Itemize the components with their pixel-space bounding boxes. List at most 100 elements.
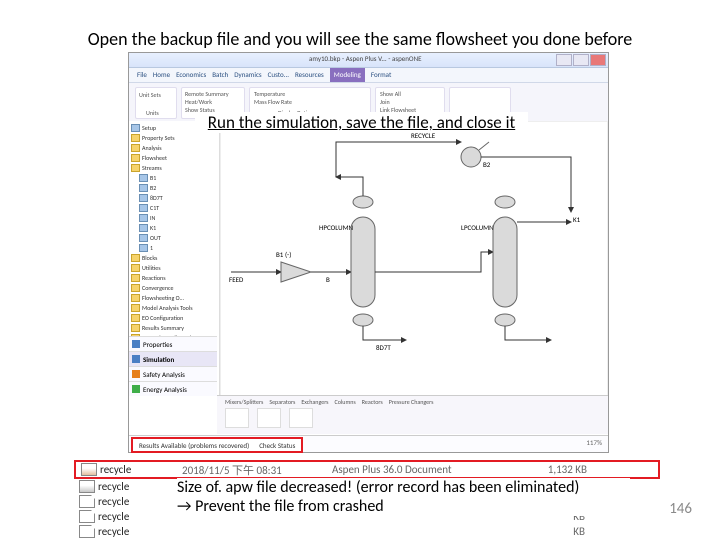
- tree-node[interactable]: Utilities: [142, 264, 161, 272]
- folder-icon: [131, 134, 140, 142]
- stream-icon: [139, 184, 148, 192]
- tree-node[interactable]: Property Sets: [142, 134, 175, 142]
- tree-node[interactable]: C1T: [150, 204, 159, 212]
- file-name: recycle: [98, 480, 180, 493]
- label-b2: B2: [483, 160, 491, 169]
- palette-tab[interactable]: Reactors: [362, 398, 383, 406]
- tab-economics[interactable]: Economics: [176, 68, 206, 82]
- file-date: 2018/11/5 下午 08:31: [182, 462, 332, 478]
- tree-node[interactable]: Model Analysis Tools: [142, 304, 193, 312]
- palette-tab[interactable]: Pressure Changers: [389, 398, 434, 406]
- note-line2: → Prevent the file from crashed: [177, 497, 630, 516]
- status-message: Results Available (problems recovered): [139, 441, 249, 450]
- tree-node[interactable]: 8D7T: [150, 194, 163, 202]
- folder-icon: [131, 144, 140, 152]
- palette-item-fsplit[interactable]: [257, 408, 281, 428]
- simulation-icon: [132, 355, 140, 363]
- tree-node[interactable]: OUT: [150, 234, 161, 242]
- tree-node[interactable]: EO Configuration: [142, 314, 183, 322]
- tree-node[interactable]: Flowsheet: [142, 154, 167, 162]
- palette-tab[interactable]: Exchangers: [301, 398, 328, 406]
- tree-node[interactable]: Results Summary: [142, 324, 184, 332]
- folder-icon: [131, 294, 140, 302]
- folder-icon: [131, 264, 140, 272]
- nav-energy[interactable]: Energy Analysis: [143, 385, 187, 394]
- status-bar: Results Available (problems recovered) C…: [129, 435, 608, 452]
- tab-file[interactable]: File: [137, 68, 147, 82]
- slide-title: Open the backup file and you will see th…: [55, 28, 665, 50]
- ribbon-label: Temperature: [254, 90, 285, 98]
- tree-node[interactable]: Convergence: [142, 284, 174, 292]
- tab-batch[interactable]: Batch: [212, 68, 228, 82]
- page-number: 146: [669, 500, 692, 518]
- tree-node[interactable]: B2: [150, 184, 156, 192]
- note-line1: Size of. apw file decreased! (error reco…: [177, 478, 630, 497]
- bkp-file-icon: [79, 480, 95, 493]
- file-name: recycle: [100, 463, 182, 476]
- file-size: 1,132 KB: [527, 463, 587, 476]
- stream-icon: [139, 214, 148, 222]
- ribbon-tabs: File Home Economics Batch Dynamics Custo…: [129, 68, 608, 83]
- label-hpcolumn: HPCOLUMN: [319, 223, 354, 232]
- tab-modeling[interactable]: Modeling: [330, 68, 365, 82]
- tree-node[interactable]: Setup: [142, 124, 156, 132]
- minimize-icon[interactable]: [556, 54, 572, 66]
- ribbon-label: Unit Sets: [139, 91, 161, 99]
- palette-tab[interactable]: Columns: [335, 398, 356, 406]
- tab-dynamics[interactable]: Dynamics: [234, 68, 261, 82]
- tab-resources[interactable]: Resources: [295, 68, 324, 82]
- folder-icon: [131, 254, 140, 262]
- file-row[interactable]: recycle KB: [74, 524, 660, 539]
- tab-format[interactable]: Format: [371, 68, 391, 82]
- apw-file-icon: [81, 463, 97, 476]
- ribbon-group-units[interactable]: Unit Sets Units: [135, 87, 177, 119]
- file-row[interactable]: recycle 2018/11/5 下午 08:31 Aspen Plus 36…: [76, 462, 658, 477]
- stream-icon: [139, 194, 148, 202]
- zoom-level[interactable]: 117%: [586, 438, 602, 447]
- nav-simulation[interactable]: Simulation: [143, 355, 174, 364]
- file-icon: [79, 525, 95, 538]
- flask-icon: [132, 340, 140, 348]
- tab-custom[interactable]: Custo...: [268, 68, 289, 82]
- file-type: Aspen Plus 36.0 Document: [332, 463, 527, 476]
- tree-node[interactable]: K1: [150, 224, 156, 232]
- stream-icon: [139, 234, 148, 242]
- stream-icon: [139, 224, 148, 232]
- left-lower-nav: Properties Simulation Safety Analysis En…: [129, 336, 217, 396]
- label-lpcolumn: LPCOLUMN: [461, 223, 494, 232]
- folder-icon: [131, 324, 140, 332]
- tree-node[interactable]: B1: [150, 174, 156, 182]
- warning-icon: [132, 370, 140, 378]
- stream-icon: [139, 244, 148, 252]
- tree-node-streams[interactable]: Streams: [142, 164, 162, 172]
- tree-node[interactable]: IN: [150, 214, 155, 222]
- palette-tab[interactable]: Separators: [269, 398, 295, 406]
- palette-item-ssplit[interactable]: [289, 408, 313, 428]
- model-palette: Mixers/Splitters Separators Exchangers C…: [217, 395, 608, 434]
- tab-home[interactable]: Home: [153, 68, 170, 82]
- file-name: recycle: [98, 510, 180, 523]
- stream-icon: [139, 204, 148, 212]
- tree-node[interactable]: Blocks: [142, 254, 157, 262]
- ribbon-label: Heat/Work: [185, 98, 212, 106]
- palette-item-mixer[interactable]: [225, 408, 249, 428]
- nav-safety[interactable]: Safety Analysis: [143, 370, 185, 379]
- status-highlight: Results Available (problems recovered) C…: [131, 437, 303, 453]
- flowsheet-canvas[interactable]: RECYCLE B2 FEED B1 (-) B: [220, 121, 608, 434]
- nav-properties[interactable]: Properties: [143, 340, 172, 349]
- tree-node[interactable]: Reactions: [142, 274, 166, 282]
- tree-node[interactable]: Flowsheeting O...: [142, 294, 184, 302]
- close-icon[interactable]: [590, 54, 606, 66]
- tree-node[interactable]: 1: [150, 244, 153, 252]
- label-k1: K1: [573, 215, 581, 224]
- folder-icon: [131, 164, 140, 172]
- check-status-button[interactable]: Check Status: [259, 441, 295, 450]
- label-feed: FEED: [229, 275, 244, 284]
- window-title: amy10.bkp - Aspen Plus V... - aspenONE: [309, 54, 422, 63]
- callout-instruction: Run the simulation, save the file, and c…: [195, 112, 528, 133]
- maximize-icon[interactable]: [573, 54, 589, 66]
- folder-icon: [131, 274, 140, 282]
- tree-node[interactable]: Analysis: [142, 144, 162, 152]
- palette-tab[interactable]: Mixers/Splitters: [225, 398, 263, 406]
- label-b01: 8D7T: [376, 343, 391, 352]
